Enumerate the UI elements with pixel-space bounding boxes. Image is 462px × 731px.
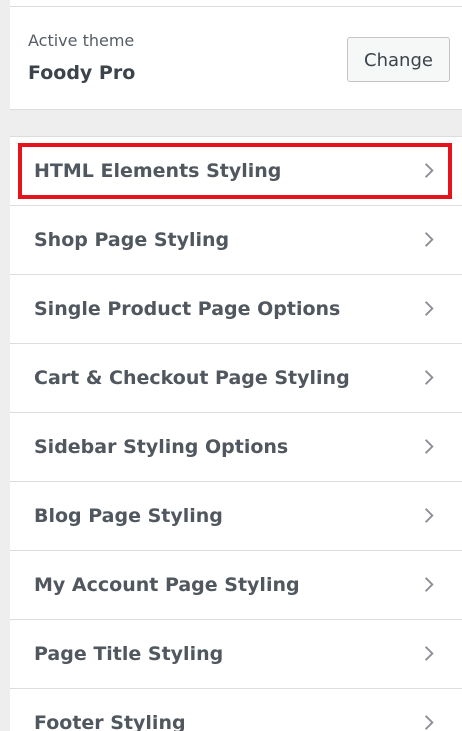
active-theme-section: Active theme Foody Pro Change [10,7,462,109]
menu-item-label: Footer Styling [34,712,186,731]
menu-item-my-account-page-styling[interactable]: My Account Page Styling [10,551,462,620]
chevron-right-icon [424,232,434,247]
menu-list: HTML Elements Styling Shop Page Styling … [10,137,462,731]
menu-item-html-elements-styling[interactable]: HTML Elements Styling [10,137,462,206]
chevron-right-icon [424,301,434,316]
chevron-right-icon [424,370,434,385]
chevron-right-icon [424,439,434,454]
menu-item-shop-page-styling[interactable]: Shop Page Styling [10,206,462,275]
menu-item-label: Cart & Checkout Page Styling [34,367,350,389]
menu-item-sidebar-styling-options[interactable]: Sidebar Styling Options [10,413,462,482]
menu-item-single-product-page-options[interactable]: Single Product Page Options [10,275,462,344]
chevron-right-icon [424,577,434,592]
section-divider [10,109,462,137]
customizer-panel: Active theme Foody Pro Change HTML Eleme… [10,0,462,731]
menu-item-label: Single Product Page Options [34,298,341,320]
chevron-right-icon [424,508,434,523]
menu-item-footer-styling[interactable]: Footer Styling [10,689,462,731]
menu-item-label: HTML Elements Styling [34,160,282,182]
chevron-right-icon [424,163,434,178]
menu-item-blog-page-styling[interactable]: Blog Page Styling [10,482,462,551]
chevron-right-icon [424,646,434,661]
menu-item-label: My Account Page Styling [34,574,300,596]
menu-item-label: Page Title Styling [34,643,224,665]
menu-item-label: Shop Page Styling [34,229,230,251]
menu-item-page-title-styling[interactable]: Page Title Styling [10,620,462,689]
chevron-right-icon [424,715,434,730]
change-theme-button[interactable]: Change [347,37,450,82]
panel-top-border [10,0,462,7]
menu-item-label: Blog Page Styling [34,505,223,527]
menu-item-label: Sidebar Styling Options [34,436,289,458]
menu-item-cart-checkout-page-styling[interactable]: Cart & Checkout Page Styling [10,344,462,413]
